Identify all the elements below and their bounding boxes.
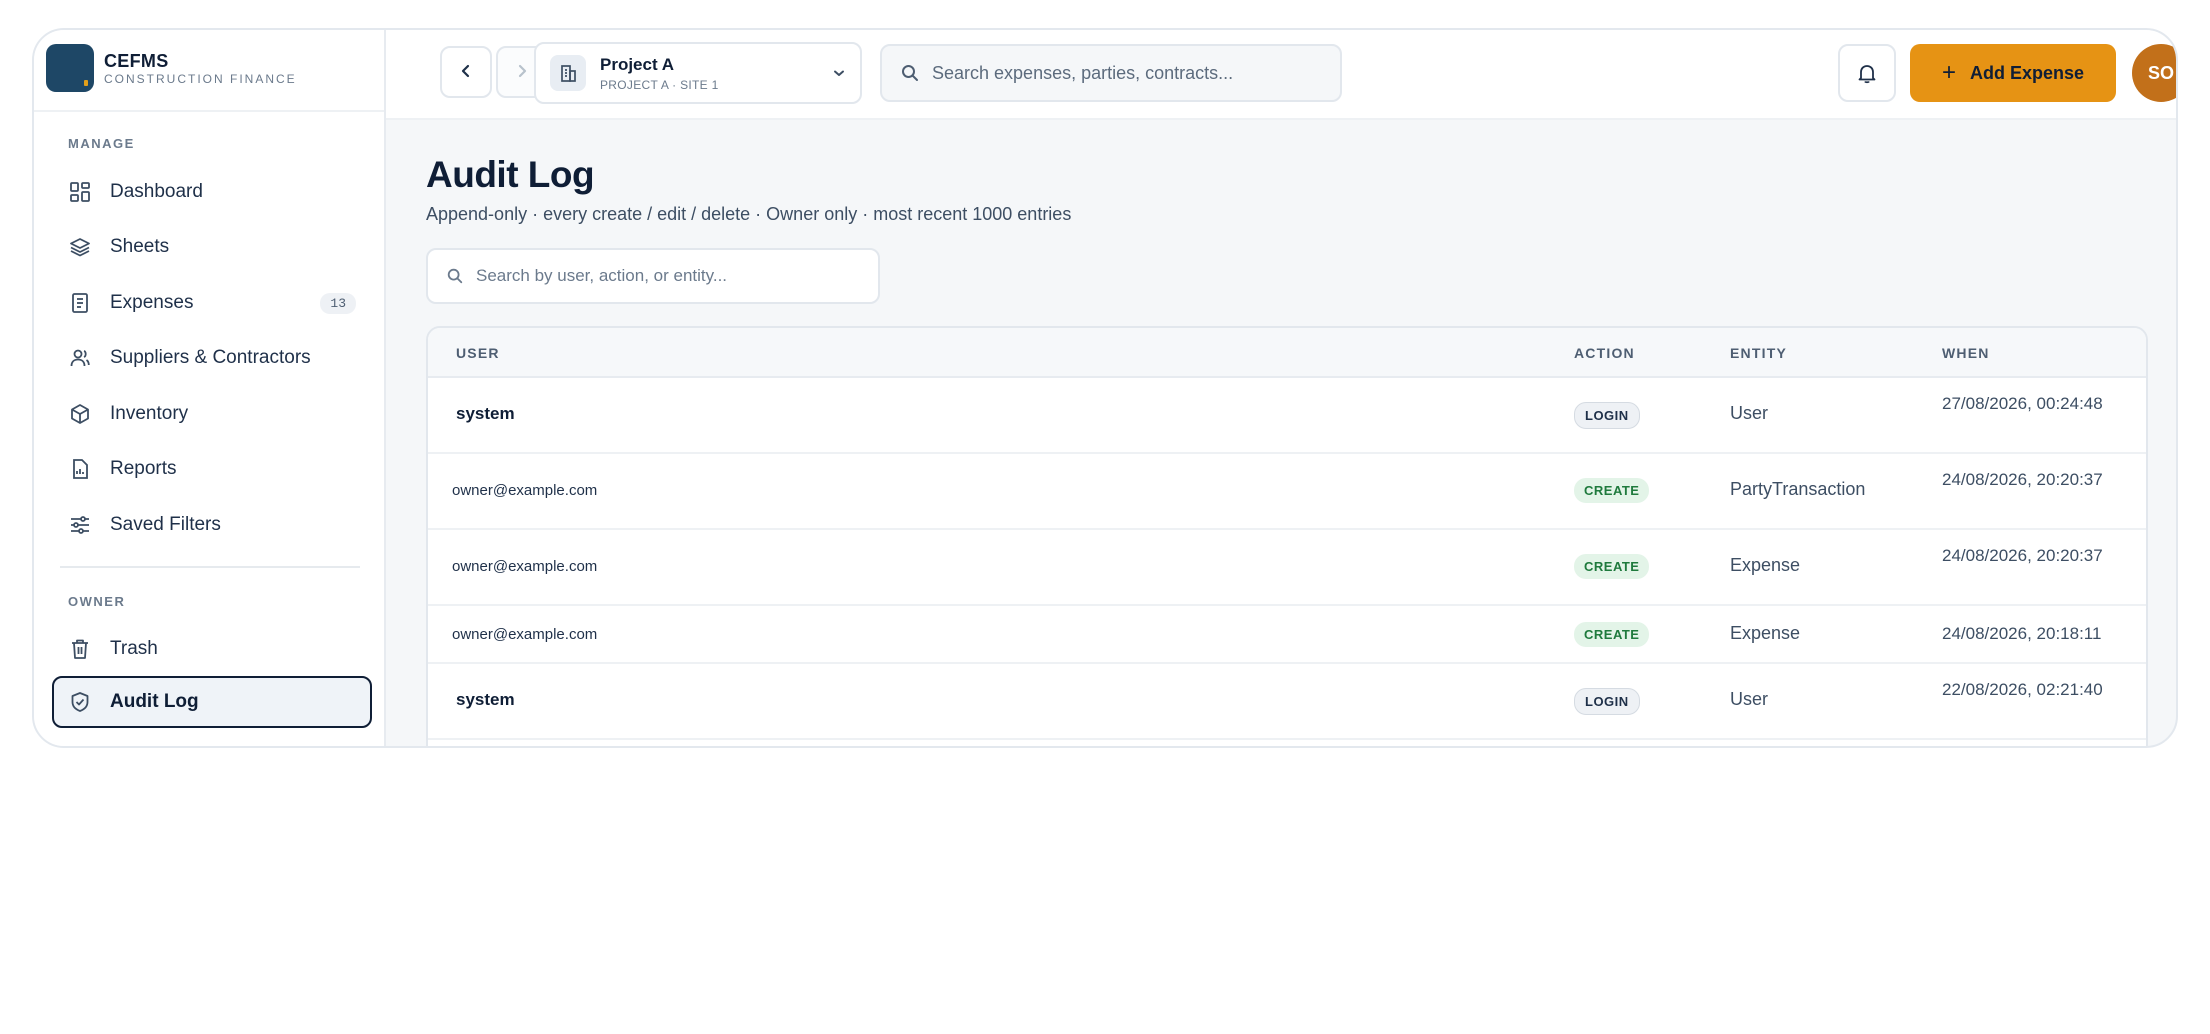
action-badge: CREATE xyxy=(1574,554,1650,579)
project-site: PROJECT A · SITE 1 xyxy=(600,77,719,92)
bell-icon xyxy=(1856,62,1878,84)
brand[interactable]: CEFMS CONSTRUCTION FINANCE xyxy=(46,44,297,92)
building-icon xyxy=(550,55,586,91)
sidebar-item-label: Sheets xyxy=(110,236,170,257)
cell-when: 24/08/2026, 20:18:11 xyxy=(1942,624,2102,643)
global-search-input[interactable] xyxy=(932,62,1332,84)
sidebar-item-label: Suppliers & Contractors xyxy=(110,347,311,368)
brand-name: CEFMS xyxy=(104,50,169,71)
cell-user: owner@example.com xyxy=(452,558,598,575)
audit-search-input[interactable] xyxy=(476,266,876,286)
cell-when: 27/08/2026, 00:24:48 xyxy=(1942,394,2103,413)
table-row[interactable]: owner@example.com CREATE Expense 24/08/2… xyxy=(428,606,2146,664)
audit-search[interactable] xyxy=(426,248,880,304)
brand-subtitle: CONSTRUCTION FINANCE xyxy=(104,71,297,86)
notifications-button[interactable] xyxy=(1838,44,1896,102)
sidebar-item-dashboard[interactable]: Dashboard xyxy=(52,166,372,218)
back-button[interactable] xyxy=(440,46,492,98)
page-title: Audit Log xyxy=(426,154,595,195)
audit-table: USER ACTION ENTITY WHEN system LOGIN Use… xyxy=(426,326,2148,746)
cell-when: 24/08/2026, 20:20:37 xyxy=(1942,546,2103,565)
sidebar-item-saved-filters[interactable]: Saved Filters xyxy=(52,499,372,551)
project-name: Project A xyxy=(600,54,675,74)
main-content: Audit Log Append-only · every create / e… xyxy=(386,120,2176,746)
page-subtitle: Append-only · every create / edit / dele… xyxy=(426,204,1072,224)
table-row[interactable]: owner@example.com CREATE PartyTransactio… xyxy=(428,454,2146,530)
sidebar-item-inventory[interactable]: Inventory xyxy=(52,388,372,440)
action-badge: CREATE xyxy=(1574,478,1650,503)
plus-icon: + xyxy=(1941,59,1956,86)
table-row[interactable]: system LOGIN User 27/08/2026, 00:24:48 xyxy=(428,378,2146,454)
cell-user: owner@example.com xyxy=(452,482,598,499)
layers-icon xyxy=(68,235,92,259)
global-search[interactable] xyxy=(880,44,1342,102)
action-badge: LOGIN xyxy=(1574,402,1640,429)
sidebar-item-label: Expenses xyxy=(110,292,194,313)
chevron-right-icon xyxy=(513,62,531,83)
chevron-down-icon xyxy=(832,66,846,85)
column-header-when[interactable]: WHEN xyxy=(1942,345,1990,361)
table-header: USER ACTION ENTITY WHEN xyxy=(428,328,2146,378)
brand-logo xyxy=(46,44,94,92)
action-badge: CREATE xyxy=(1574,622,1650,647)
sidebar-item-label: Dashboard xyxy=(110,181,203,202)
add-expense-label: Add Expense xyxy=(1969,62,2085,83)
cell-user: owner@example.com xyxy=(452,626,598,643)
sidebar-item-audit-log[interactable]: Audit Log xyxy=(52,676,372,728)
search-icon xyxy=(900,63,920,83)
avatar[interactable]: SO xyxy=(2132,44,2176,102)
cell-entity: User xyxy=(1730,403,1769,423)
receipt-icon xyxy=(68,291,92,315)
sidebar-item-expenses[interactable]: Expenses 13 xyxy=(52,277,372,329)
report-icon xyxy=(68,457,92,481)
column-header-entity[interactable]: ENTITY xyxy=(1730,345,1787,361)
action-badge: LOGIN xyxy=(1574,688,1640,715)
section-label-owner: OWNER xyxy=(68,594,126,609)
sliders-icon xyxy=(68,513,92,537)
sidebar-item-label: Reports xyxy=(110,458,177,479)
sidebar-item-label: Saved Filters xyxy=(110,514,221,535)
sidebar-item-trash[interactable]: Trash xyxy=(52,623,372,675)
sidebar-item-label: Audit Log xyxy=(110,691,199,712)
sidebar-item-label: Inventory xyxy=(110,403,189,424)
sidebar: CEFMS CONSTRUCTION FINANCE MANAGE Dashbo… xyxy=(34,30,386,746)
sidebar-item-sheets[interactable]: Sheets xyxy=(52,221,372,273)
cell-user: system xyxy=(456,690,515,709)
expenses-count-badge: 13 xyxy=(320,292,356,314)
cell-entity: Expense xyxy=(1730,555,1801,575)
search-icon xyxy=(446,267,464,285)
column-header-action[interactable]: ACTION xyxy=(1574,345,1635,361)
table-row[interactable]: owner@example.com CREATE Expense 24/08/2… xyxy=(428,530,2146,606)
cell-user: system xyxy=(456,404,515,423)
project-selector[interactable]: Project A PROJECT A · SITE 1 xyxy=(534,42,862,104)
chevron-left-icon xyxy=(457,62,475,83)
cell-when: 24/08/2026, 20:20:37 xyxy=(1942,470,2103,489)
column-header-user[interactable]: USER xyxy=(456,345,500,361)
cell-entity: Expense xyxy=(1730,623,1801,643)
dashboard-icon xyxy=(68,180,92,204)
box-icon xyxy=(68,402,92,426)
sidebar-item-suppliers[interactable]: Suppliers & Contractors xyxy=(52,332,372,384)
app-window: CEFMS CONSTRUCTION FINANCE MANAGE Dashbo… xyxy=(32,28,2178,748)
sidebar-item-reports[interactable]: Reports xyxy=(52,443,372,495)
users-icon xyxy=(68,346,92,370)
sidebar-item-label: Trash xyxy=(110,638,158,659)
shield-icon xyxy=(68,690,92,714)
divider xyxy=(34,110,384,112)
divider xyxy=(60,566,360,568)
section-label-manage: MANAGE xyxy=(68,136,135,151)
trash-icon xyxy=(68,637,92,661)
cell-entity: PartyTransaction xyxy=(1730,479,1866,499)
table-row[interactable]: system LOGIN User 22/08/2026, 02:21:40 xyxy=(428,664,2146,740)
cell-when: 22/08/2026, 02:21:40 xyxy=(1942,680,2103,699)
topbar: Project A PROJECT A · SITE 1 + Add Expen… xyxy=(386,30,2176,120)
add-expense-button[interactable]: + Add Expense xyxy=(1910,44,2116,102)
cell-entity: User xyxy=(1730,689,1769,709)
